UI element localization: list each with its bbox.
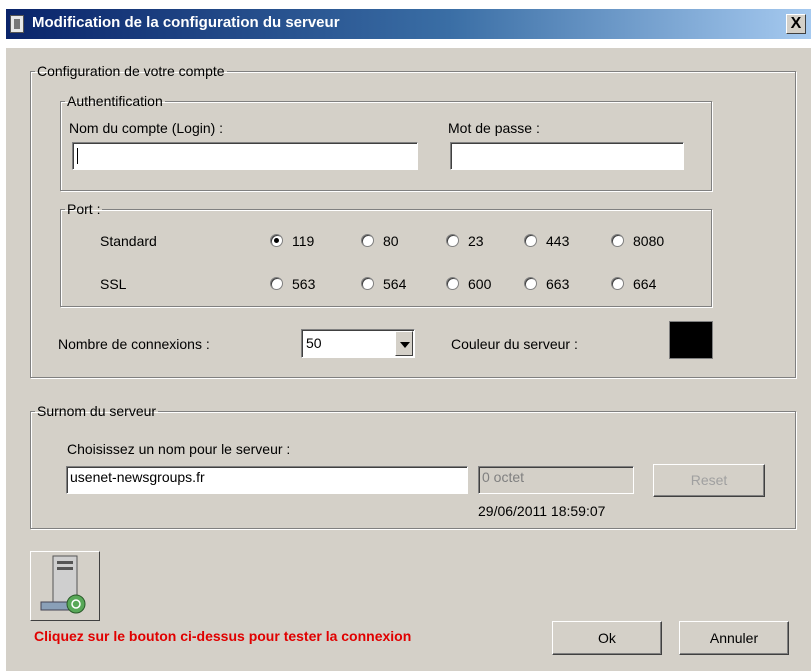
radio-indicator[interactable] [524, 234, 537, 247]
radio-indicator[interactable] [270, 234, 283, 247]
server-color-swatch[interactable] [669, 321, 713, 359]
server-size-field: 0 octet [478, 466, 634, 494]
radio-indicator[interactable] [446, 234, 459, 247]
radio-indicator[interactable] [611, 234, 624, 247]
radio-indicator[interactable] [524, 277, 537, 290]
close-button[interactable]: X [786, 14, 806, 34]
login-label: Nom du compte (Login) : [69, 120, 224, 136]
standard-port-label: Standard [100, 233, 157, 249]
server-name-prompt: Choisissez un nom pour le serveur : [67, 441, 291, 457]
reset-button[interactable]: Reset [653, 464, 765, 497]
test-connection-button[interactable] [30, 551, 100, 621]
connections-select[interactable]: 50 [301, 329, 415, 358]
text-caret [77, 148, 78, 164]
password-input[interactable] [450, 142, 684, 170]
radio-indicator[interactable] [361, 234, 374, 247]
chevron-down-icon[interactable] [395, 331, 413, 356]
server-timestamp: 29/06/2011 18:59:07 [478, 503, 606, 519]
dialog-content: Configuration de votre compte Authentifi… [6, 48, 811, 671]
server-name-input[interactable]: usenet-newsgroups.fr [66, 466, 468, 494]
ssl-port-label: SSL [100, 276, 127, 292]
radio-indicator[interactable] [270, 277, 283, 290]
login-input[interactable] [72, 142, 418, 170]
server-color-label: Couleur du serveur : [451, 336, 578, 352]
dialog-window: Modification de la configuration du serv… [6, 0, 811, 671]
cancel-button[interactable]: Annuler [679, 621, 789, 655]
radio-indicator[interactable] [611, 277, 624, 290]
port-legend: Port : [67, 201, 101, 217]
server-connection-icon [40, 555, 86, 614]
title-bar-area: Modification de la configuration du serv… [6, 0, 811, 48]
radio-indicator[interactable] [446, 277, 459, 290]
server-nickname-legend: Surnom du serveur [37, 403, 157, 419]
password-label: Mot de passe : [448, 120, 540, 136]
window-title: Modification de la configuration du serv… [32, 14, 340, 31]
connections-label: Nombre de connexions : [58, 336, 210, 352]
ok-button[interactable]: Ok [552, 621, 662, 655]
app-icon [10, 15, 24, 33]
auth-legend: Authentification [67, 93, 163, 109]
account-config-legend: Configuration de votre compte [37, 63, 225, 79]
title-bar: Modification de la configuration du serv… [6, 9, 811, 39]
radio-indicator[interactable] [361, 277, 374, 290]
test-connection-hint: Cliquez sur le bouton ci-dessus pour tes… [34, 628, 412, 644]
